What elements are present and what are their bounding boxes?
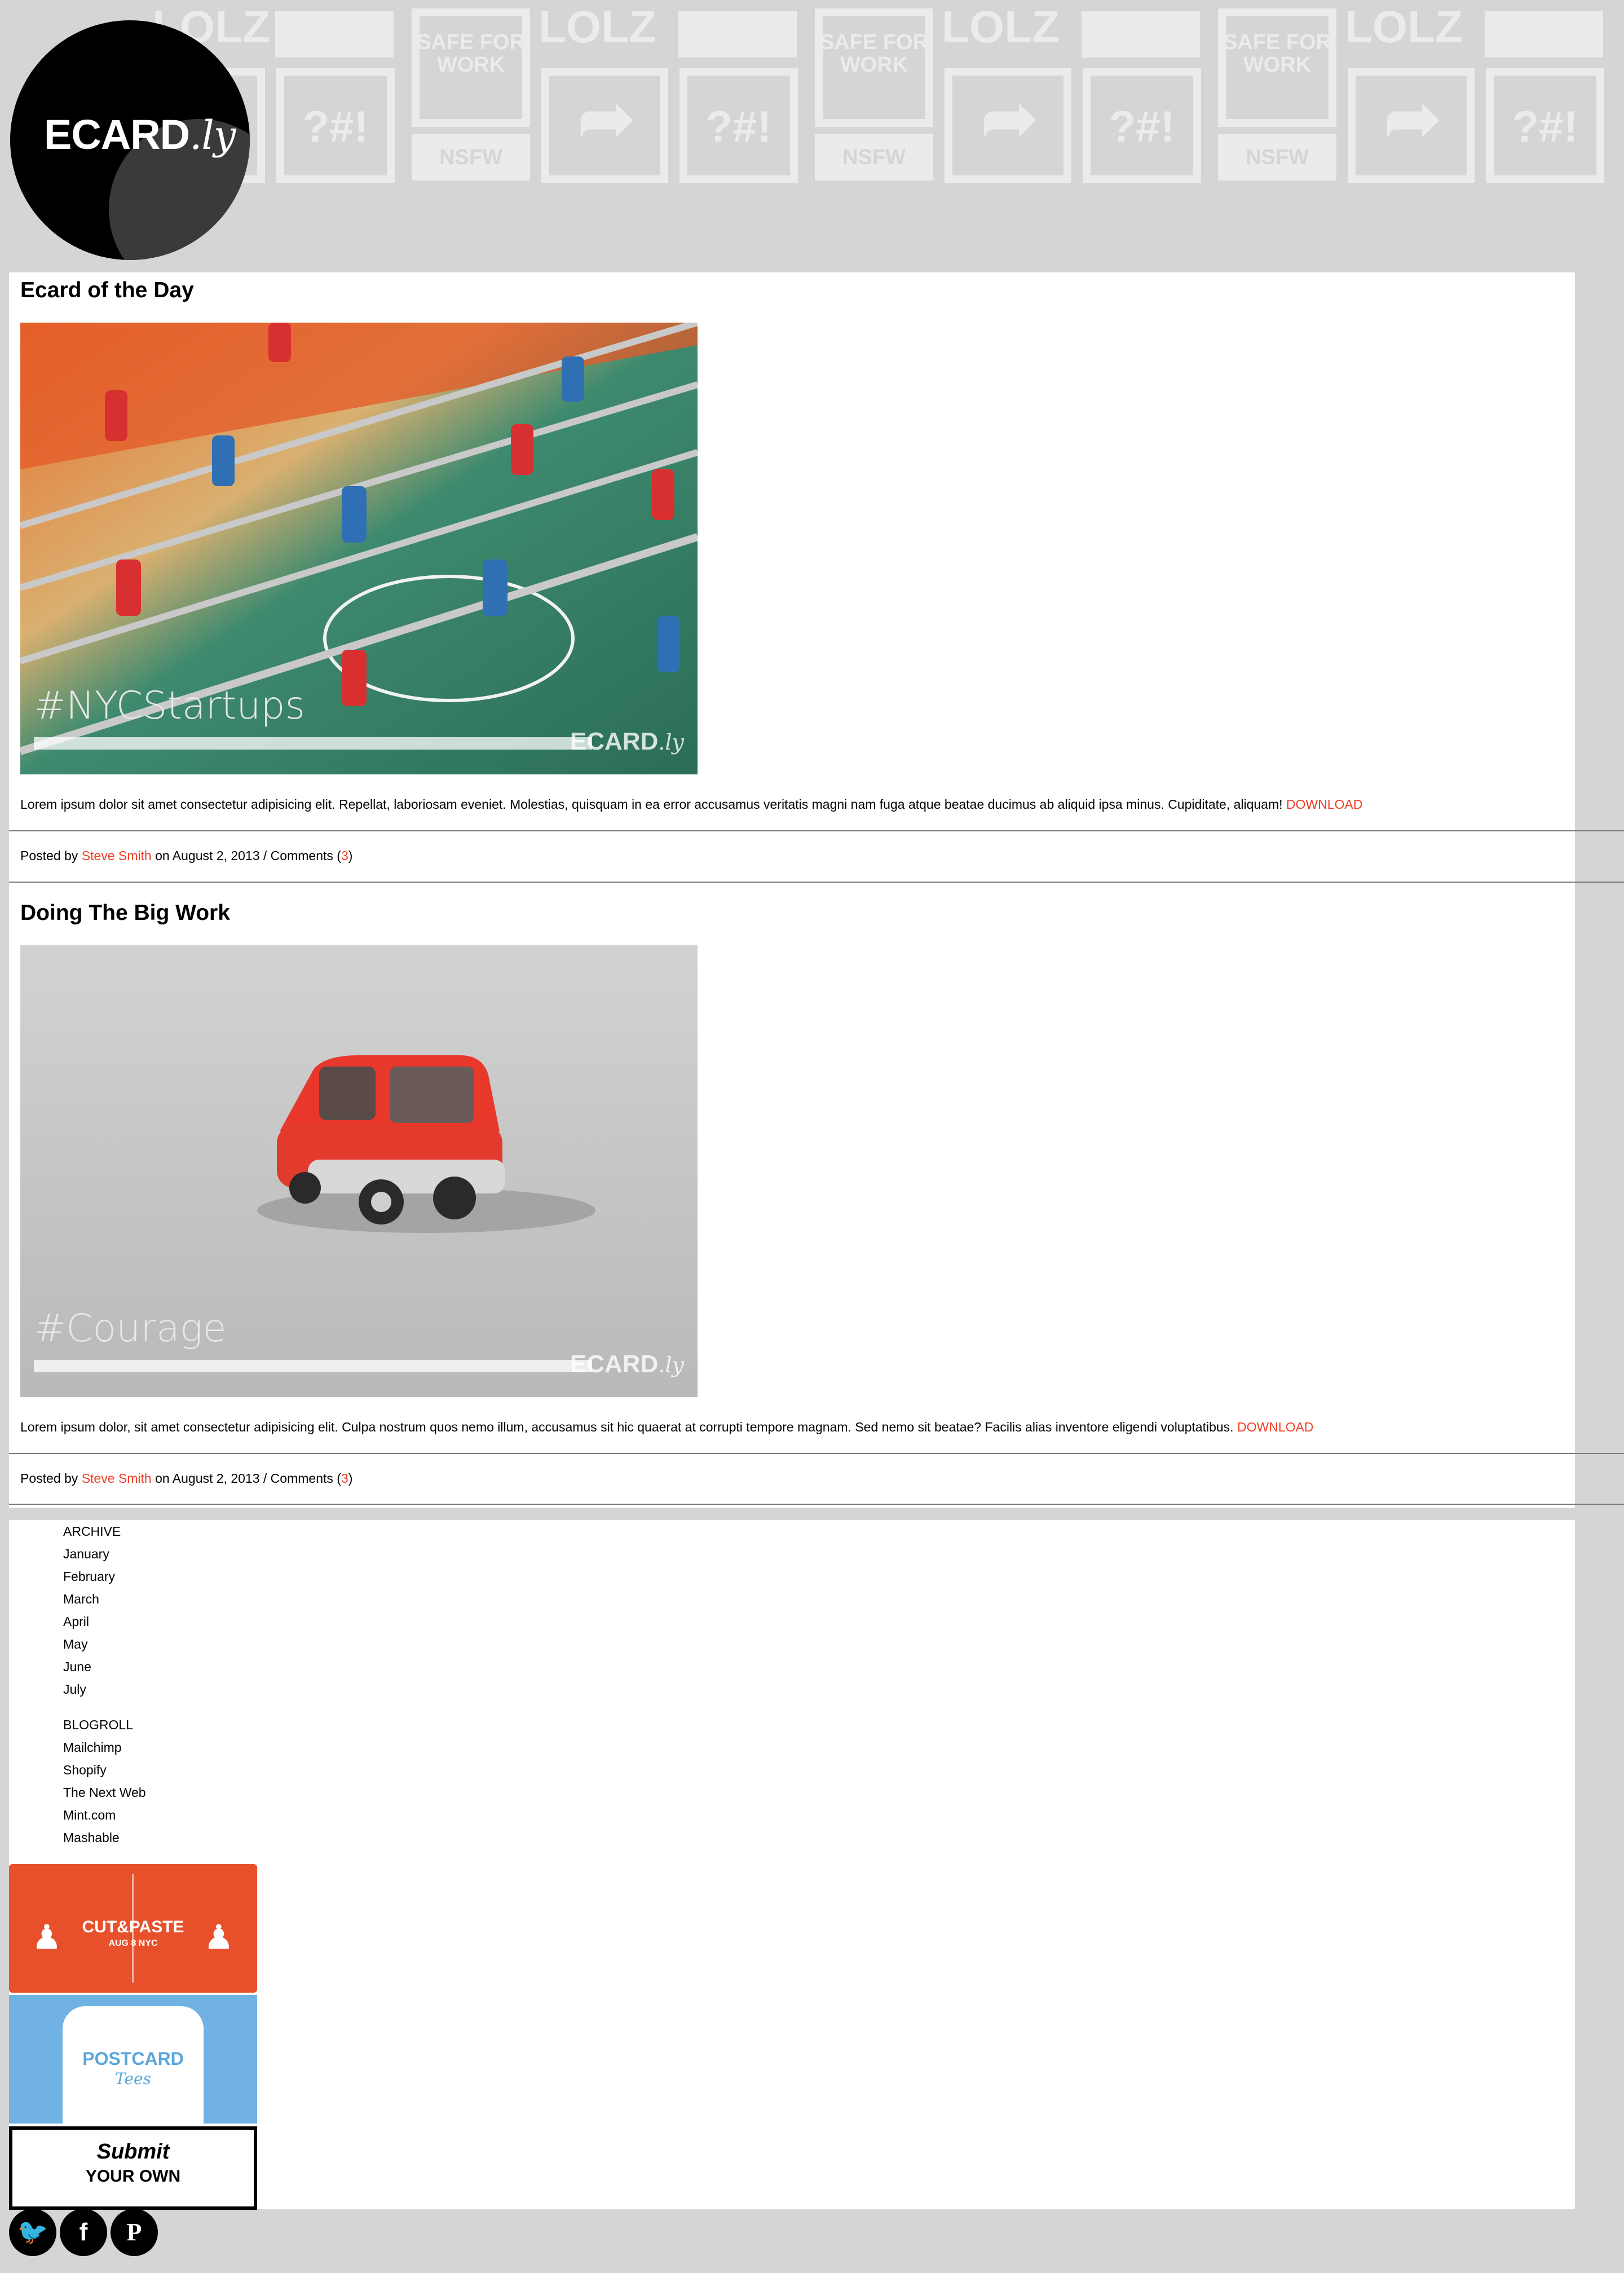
post-body: Lorem ipsum dolor, sit amet consectetur … [20,1420,1313,1435]
post-title[interactable]: Ecard of the Day [20,278,194,303]
pattern-symbols: ?#! [1109,102,1175,151]
watermark-suffix: .ly [658,730,684,755]
blogroll-item-mailchimp[interactable]: Mailchimp [63,1736,146,1759]
divider [9,1453,1624,1454]
archive-list: ARCHIVE January February March April May… [63,1520,121,1701]
pinterest-icon[interactable]: P [111,2209,158,2256]
postcard-title: POSTCARD [82,2049,184,2069]
post-body: Lorem ipsum dolor sit amet consectetur a… [20,797,1362,812]
archive-item-june[interactable]: June [63,1655,121,1678]
pattern-nsfw: NSFW [842,146,906,169]
pattern-tile: SAFE FOR WORK NSFW LOLZ ➦ ?#! [806,0,1210,192]
watermark-word: ECARD [570,1350,659,1378]
author-link[interactable]: Steve Smith [82,848,152,863]
watermark-suffix: .ly [658,1353,684,1377]
pattern-block [1082,11,1200,58]
comments-count-link[interactable]: 3 [341,848,348,863]
postcard-subtitle: Tees [114,2069,151,2088]
download-link[interactable]: DOWNLOAD [1237,1420,1313,1434]
post-meta: Posted by Steve Smith on August 2, 2013 … [20,848,352,864]
post-body-text: Lorem ipsum dolor, sit amet consectetur … [20,1420,1234,1434]
author-link[interactable]: Steve Smith [82,1471,152,1486]
pattern-block [275,11,394,58]
pattern-lolz: LOLZ [539,2,656,52]
pattern-sfw: SAFE FOR WORK [1223,30,1332,77]
image-hashtag: #Courage [34,1306,227,1351]
archive-item-january[interactable]: January [63,1543,121,1565]
comments-count-link[interactable]: 3 [341,1471,348,1486]
pattern-tile: SAFE FOR WORK NSFW LOLZ ➦ ?#! [1210,0,1613,192]
pattern-tile: SAFE FOR WORK NSFW LOLZ ➦ ?#! [403,0,806,192]
submit-subtitle: YOUR OWN [85,2167,181,2186]
meta-date: on August 2, 2013 / Comments ( [155,1471,341,1486]
blogroll-list: BLOGROLL Mailchimp Shopify The Next Web … [63,1713,146,1849]
pattern-arrow: ➦ [1384,81,1441,156]
pattern-nsfw: NSFW [439,146,502,169]
facebook-icon[interactable]: f [60,2209,107,2256]
blogroll-item-the-next-web[interactable]: The Next Web [63,1781,146,1804]
blogroll-item-mashable[interactable]: Mashable [63,1826,146,1849]
divider [9,830,1624,831]
cutpaste-ad[interactable]: ♟ ♟ CUT&PASTE AUG 8 NYC [9,1864,257,1993]
meta-posted-by: Posted by [20,848,78,863]
pattern-block [678,11,797,58]
divider [9,882,1624,883]
archive-item-may[interactable]: May [63,1633,121,1655]
blogroll-item-mint[interactable]: Mint.com [63,1804,146,1826]
pattern-nsfw: NSFW [1246,146,1309,169]
logo-word: ECARD [44,111,190,158]
archive-item-february[interactable]: February [63,1565,121,1588]
logo-suffix: .ly [189,112,236,158]
post-title[interactable]: Doing The Big Work [20,901,230,926]
meta-close: ) [348,848,353,863]
ecardly-logo[interactable]: ECARD.ly [10,20,250,260]
post-image-red-car[interactable]: #Courage ECARD.ly [20,945,698,1397]
main-content: Ecard of the Day #NYCStartups ECARD.ly L… [9,272,1624,1508]
archive-item-july[interactable]: July [63,1678,121,1701]
pattern-arrow: ➦ [981,81,1038,156]
watermark-bar [34,1360,592,1372]
header-banner: LOLZ ?#! ➦ SAFE FOR WORK NSFW LOLZ ➦ ?#!… [0,0,1624,271]
post-meta: Posted by Steve Smith on August 2, 2013 … [20,1471,352,1486]
twitter-icon[interactable]: 🐦 [9,2209,56,2256]
pattern-sfw: SAFE FOR WORK [416,30,526,77]
image-hashtag: #NYCStartups [34,684,305,728]
pattern-symbols: ?#! [1512,102,1578,151]
divider [9,1504,1624,1505]
cutpaste-subtitle: AUG 8 NYC [108,1939,158,1948]
pattern-arrow: ➦ [577,81,635,156]
download-link[interactable]: DOWNLOAD [1286,797,1362,812]
archive-heading: ARCHIVE [63,1524,121,1539]
pattern-sfw: SAFE FOR WORK [819,30,929,77]
pattern-lolz: LOLZ [942,2,1060,52]
post-body-text: Lorem ipsum dolor sit amet consectetur a… [20,797,1283,812]
meta-close: ) [348,1471,353,1486]
archive-item-march[interactable]: March [63,1588,121,1610]
meta-posted-by: Posted by [20,1471,78,1486]
submit-title: Submit [96,2140,170,2164]
peel-curl [71,81,250,260]
pattern-block [1485,11,1603,58]
blogroll-heading: BLOGROLL [63,1717,133,1732]
watermark-bar [34,737,592,750]
pattern-lolz: LOLZ [1345,2,1463,52]
pattern-symbols: ?#! [705,102,772,151]
watermark-word: ECARD [570,728,659,755]
postcard-tees-ad[interactable]: POSTCARD Tees [9,1995,257,2124]
blogroll-item-shopify[interactable]: Shopify [63,1759,146,1781]
pattern-symbols: ?#! [302,102,369,151]
submit-your-own-ad[interactable]: Submit YOUR OWN [9,2126,257,2210]
post-image-foosball[interactable]: #NYCStartups ECARD.ly [20,323,698,774]
image-watermark: ECARD.ly [570,1350,684,1378]
archive-item-april[interactable]: April [63,1610,121,1633]
meta-date: on August 2, 2013 / Comments ( [155,848,341,863]
image-watermark: ECARD.ly [570,728,684,756]
cutpaste-title: CUT&PASTE [82,1918,184,1936]
logo-text: ECARD.ly [44,111,236,158]
